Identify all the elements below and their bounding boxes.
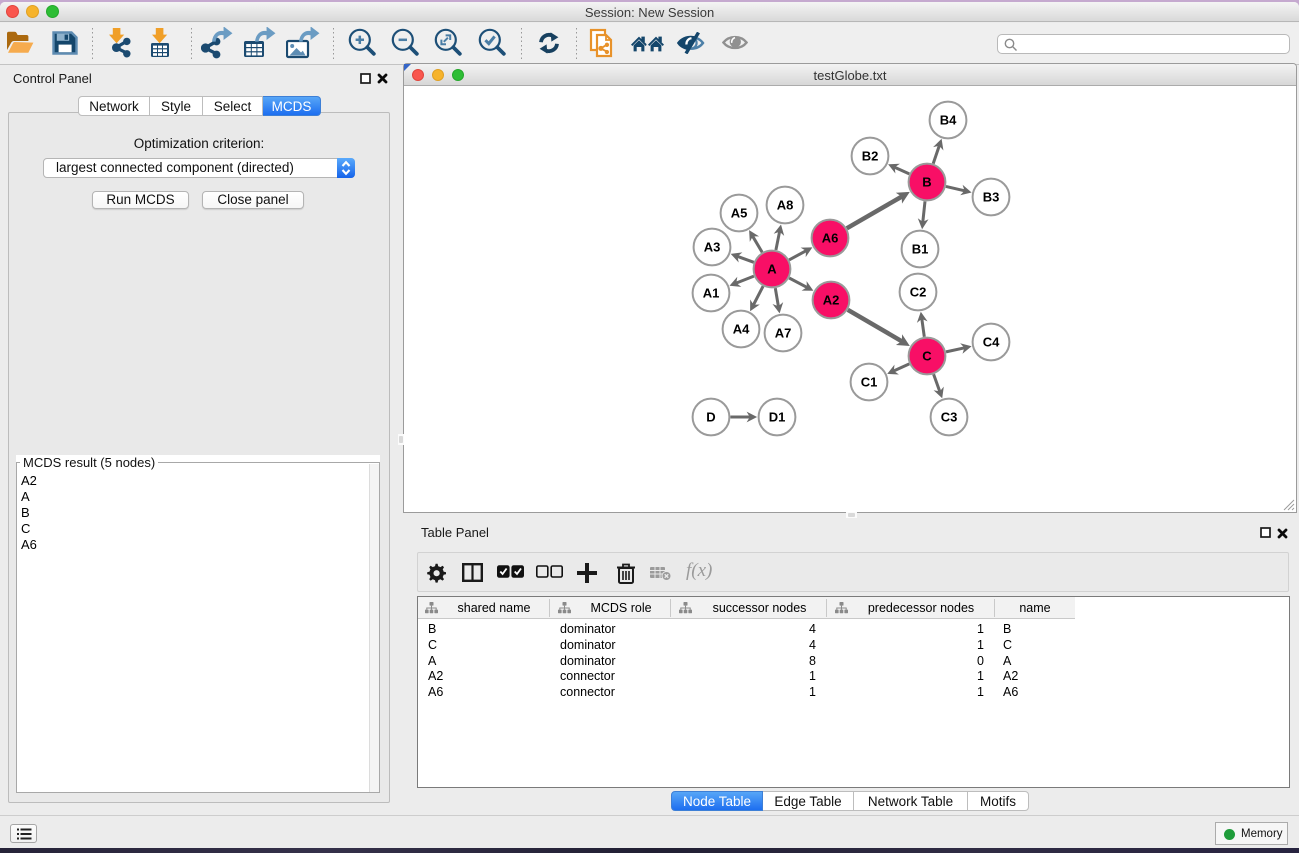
svg-text:D: D bbox=[706, 410, 715, 425]
svg-text:B3: B3 bbox=[983, 190, 1000, 205]
svg-text:C: C bbox=[922, 349, 932, 364]
svg-text:B: B bbox=[922, 175, 931, 190]
svg-text:B2: B2 bbox=[862, 149, 879, 164]
svg-text:A8: A8 bbox=[777, 198, 794, 213]
svg-text:C3: C3 bbox=[941, 410, 958, 425]
svg-text:D1: D1 bbox=[769, 410, 786, 425]
svg-text:A2: A2 bbox=[823, 293, 840, 308]
svg-text:A5: A5 bbox=[731, 206, 748, 221]
svg-text:A1: A1 bbox=[703, 286, 720, 301]
svg-text:A: A bbox=[767, 262, 777, 277]
svg-text:A7: A7 bbox=[775, 326, 792, 341]
svg-text:B1: B1 bbox=[912, 242, 929, 257]
svg-text:A4: A4 bbox=[733, 322, 750, 337]
svg-text:C2: C2 bbox=[910, 285, 927, 300]
svg-text:C1: C1 bbox=[861, 375, 878, 390]
svg-text:A3: A3 bbox=[704, 240, 721, 255]
svg-text:A6: A6 bbox=[822, 231, 839, 246]
svg-text:C4: C4 bbox=[983, 335, 1000, 350]
svg-text:B4: B4 bbox=[940, 113, 957, 128]
